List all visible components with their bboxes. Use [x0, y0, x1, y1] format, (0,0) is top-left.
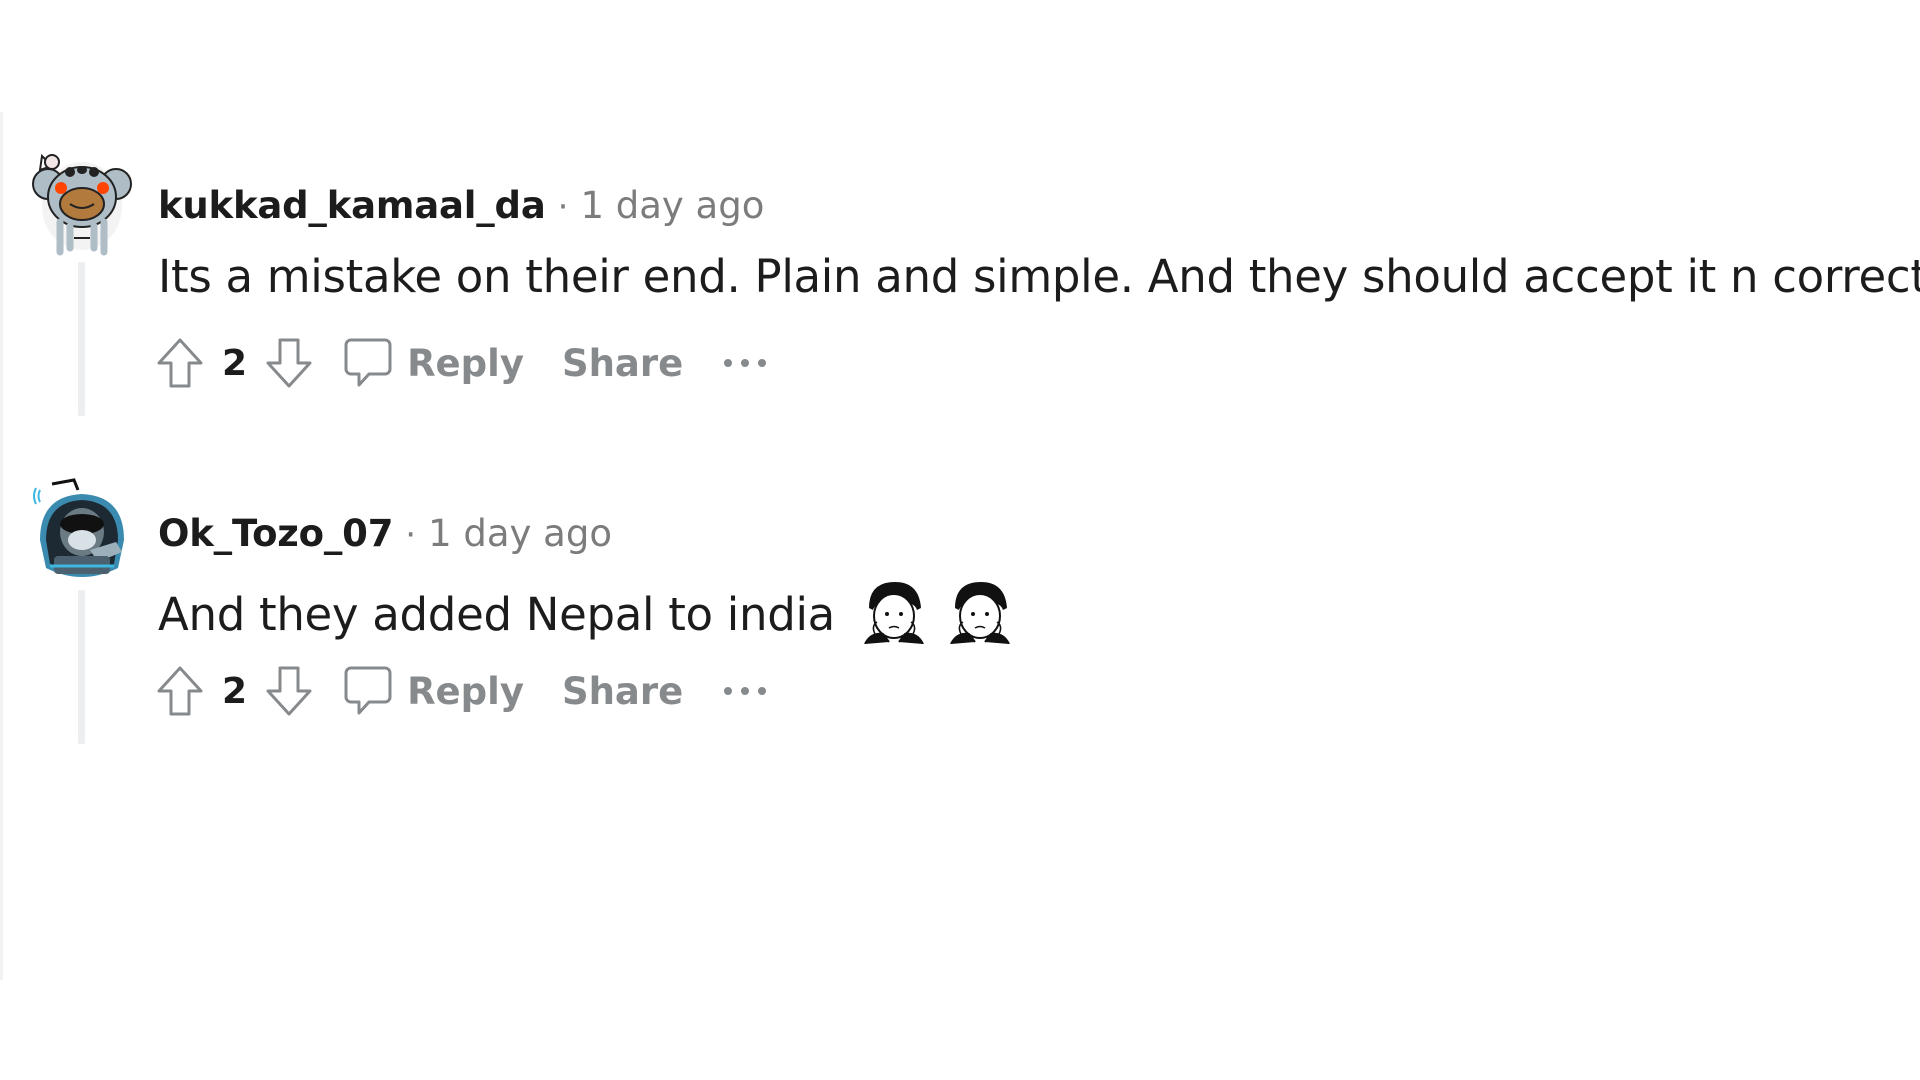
page-edge — [0, 112, 3, 980]
meta-separator: · — [405, 515, 417, 555]
share-button[interactable]: Share — [562, 342, 683, 385]
downvote-icon[interactable] — [265, 665, 313, 717]
username[interactable]: kukkad_kamaal_da — [158, 184, 546, 227]
comment-actions: 2 Reply Share — [156, 656, 767, 726]
downvote-icon[interactable] — [265, 337, 313, 389]
comment-actions: 2 Reply Share — [156, 328, 767, 398]
comment-text-line: And they added Nepal to india — [158, 578, 1013, 645]
username[interactable]: Ok_Tozo_07 — [158, 512, 393, 555]
vote-score: 2 — [222, 670, 248, 712]
upvote-icon[interactable] — [156, 665, 204, 717]
koala-avatar-icon[interactable] — [30, 142, 134, 258]
reply-bubble-icon[interactable] — [343, 665, 393, 717]
comment-text: Its a mistake on their end. Plain and si… — [158, 250, 1920, 303]
comment-meta: Ok_Tozo_07 · 1 day ago — [158, 512, 612, 555]
reply-button[interactable]: Reply — [407, 342, 524, 385]
timestamp[interactable]: 1 day ago — [428, 512, 612, 555]
more-options-icon[interactable] — [723, 671, 767, 711]
more-options-icon[interactable] — [723, 343, 767, 383]
vote-score: 2 — [222, 342, 248, 384]
meta-separator: · — [557, 187, 569, 227]
comment-meta: kukkad_kamaal_da · 1 day ago — [158, 184, 764, 227]
share-button[interactable]: Share — [562, 670, 683, 713]
comment-text: And they added Nepal to india — [158, 588, 835, 641]
upvote-icon[interactable] — [156, 337, 204, 389]
comment: Ok_Tozo_07 · 1 day ago And they added Ne… — [30, 470, 1910, 760]
thread-line[interactable] — [78, 590, 85, 744]
wojak-face-emoji — [861, 578, 927, 645]
comment: kukkad_kamaal_da · 1 day ago Its a mista… — [30, 142, 1920, 432]
thread-line[interactable] — [78, 262, 85, 416]
hooded-figure-avatar-icon[interactable] — [30, 470, 134, 586]
timestamp[interactable]: 1 day ago — [580, 184, 764, 227]
reply-bubble-icon[interactable] — [343, 337, 393, 389]
wojak-face-emoji — [947, 578, 1013, 645]
reply-button[interactable]: Reply — [407, 670, 524, 713]
